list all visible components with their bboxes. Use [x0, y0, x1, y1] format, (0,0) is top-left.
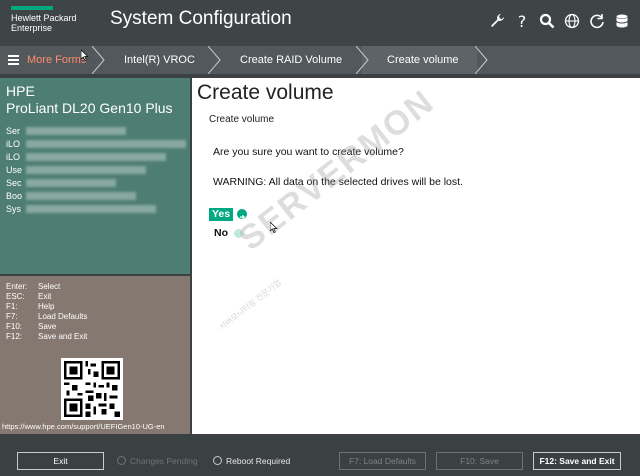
chevron-right-icon	[208, 46, 221, 74]
key-name: Enter:	[6, 282, 28, 291]
status-dot	[117, 456, 126, 465]
key-name: ESC:	[6, 292, 25, 301]
mouse-pointer-icon	[81, 50, 89, 61]
save-and-exit-button[interactable]: F12: Save and Exit	[533, 452, 621, 470]
key-hint-row: F1: Help	[6, 302, 54, 312]
key-help-panel: Enter: Select ESC: Exit F1: Help F7: Load De…	[0, 276, 190, 434]
brand-line-2: Enterprise	[11, 23, 53, 33]
key-name: F12:	[6, 332, 23, 341]
redacted-value	[26, 179, 116, 187]
redacted-value	[26, 127, 126, 135]
key-name: F10:	[6, 322, 23, 331]
key-action: Load Defaults	[38, 312, 88, 321]
page-title: Create volume	[197, 81, 334, 104]
info-label: Boo	[6, 191, 23, 201]
redacted-value	[26, 153, 166, 161]
redacted-value	[26, 205, 156, 213]
key-hint-row: ESC: Exit	[6, 292, 51, 302]
info-label: Ser	[6, 126, 21, 136]
form-panel: Create volume Create volume Are you sure…	[192, 78, 640, 434]
status-dot	[213, 456, 222, 465]
option-no[interactable]: No	[214, 227, 228, 239]
watermark-subtext: 서버모니터링 전문기업	[217, 278, 283, 332]
server-brand: HPE	[6, 83, 35, 99]
search-icon[interactable]	[539, 12, 555, 30]
key-action: Exit	[38, 292, 52, 301]
key-action: Select	[38, 282, 61, 291]
refresh-icon[interactable]	[589, 12, 605, 30]
key-hint-row: F7: Load Defaults	[6, 312, 87, 322]
hpe-logo: Hewlett Packard Enterprise	[11, 6, 77, 33]
app-title: System Configuration	[110, 8, 292, 29]
chevron-right-icon	[475, 46, 488, 74]
key-name: F7:	[6, 312, 18, 321]
info-label: iLO	[6, 139, 21, 149]
reboot-required-indicator: Reboot Required	[213, 455, 290, 467]
redacted-value	[26, 192, 136, 200]
footer-bar: Exit Changes Pending Reboot Required F7:…	[0, 444, 640, 476]
logo-bar	[11, 6, 53, 10]
key-hint-row: Enter: Select	[6, 282, 60, 292]
chevron-right-icon	[356, 46, 369, 74]
header-toolbar: ?	[489, 12, 630, 30]
watermark: SERVERMON	[232, 82, 442, 258]
info-label: Sec	[6, 178, 22, 188]
info-label: Use	[6, 165, 23, 175]
key-action: Help	[38, 302, 55, 311]
breadcrumb-item-vroc[interactable]: Intel(R) VROC	[124, 46, 195, 74]
chevron-right-icon	[92, 46, 105, 74]
svg-text:?: ?	[518, 13, 527, 29]
header-bar: Hewlett Packard Enterprise System Config…	[0, 0, 640, 46]
breadcrumb-item-create-raid[interactable]: Create RAID Volume	[240, 46, 342, 74]
key-hint-row: F12: Save and Exit	[6, 332, 87, 342]
redacted-value	[26, 166, 146, 174]
save-button[interactable]: F10: Save	[436, 452, 523, 470]
help-url[interactable]: https://www.hpe.com/support/UEFIGen10-UG…	[2, 422, 165, 431]
brand-line-1: Hewlett Packard	[11, 13, 77, 23]
server-model: ProLiant DL20 Gen10 Plus	[6, 100, 173, 116]
server-info-panel: HPE ProLiant DL20 Gen10 Plus Ser iLO iLO…	[0, 78, 190, 274]
option-yes[interactable]: Yes	[209, 208, 234, 221]
info-label: Sys	[6, 204, 22, 214]
key-name: F1:	[6, 302, 18, 311]
changes-pending-indicator: Changes Pending	[117, 455, 198, 467]
mouse-pointer-icon	[270, 222, 278, 233]
key-hint-row: F10: Save	[6, 322, 56, 332]
hamburger-menu-icon[interactable]	[8, 55, 19, 65]
load-defaults-button[interactable]: F7: Load Defaults	[339, 452, 426, 470]
key-action: Save and Exit	[38, 332, 88, 341]
changes-pending-label: Changes Pending	[130, 456, 198, 466]
help-icon[interactable]: ?	[514, 12, 530, 30]
globe-icon[interactable]	[564, 12, 580, 30]
qr-code	[61, 358, 123, 420]
wrench-icon[interactable]	[489, 12, 505, 30]
key-action: Save	[38, 322, 57, 331]
breadcrumb: More Forms Intel(R) VROC Create RAID Vol…	[0, 46, 640, 74]
reboot-required-label: Reboot Required	[226, 456, 291, 466]
form-title: Create volume	[209, 114, 275, 125]
exit-button[interactable]: Exit	[17, 452, 104, 470]
more-forms-link[interactable]: More Forms	[27, 46, 86, 74]
redacted-value	[26, 140, 186, 148]
breadcrumb-item-create-volume: Create volume	[387, 54, 459, 66]
database-icon[interactable]	[614, 12, 630, 30]
info-label: iLO	[6, 152, 21, 162]
